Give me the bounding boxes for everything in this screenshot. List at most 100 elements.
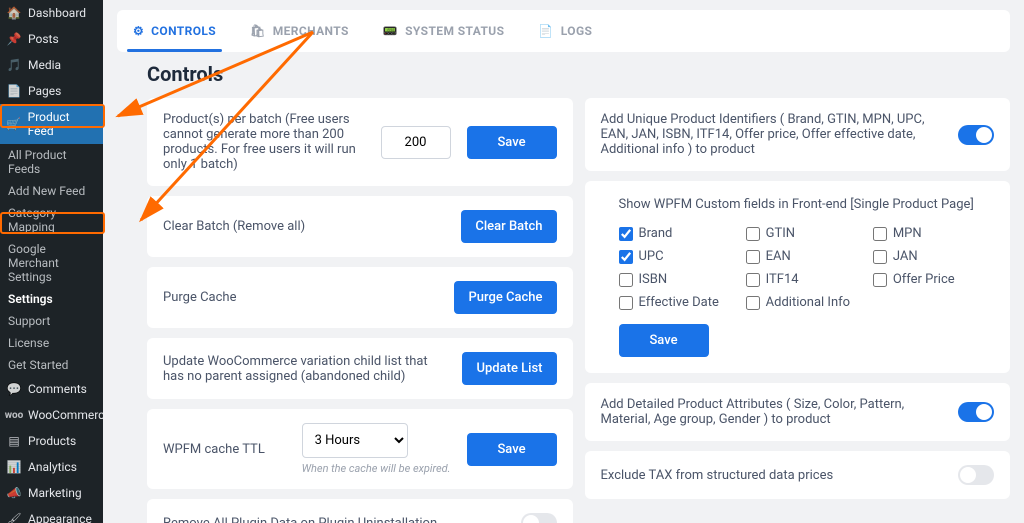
field-ean[interactable]: EAN: [746, 249, 865, 264]
isbn-checkbox[interactable]: [619, 273, 633, 287]
sidebar-label: Analytics: [28, 460, 77, 474]
sidebar-item-product-feed[interactable]: 🛒Product Feed: [0, 104, 103, 144]
ttl-select[interactable]: 3 Hours: [302, 423, 408, 458]
purge-label: Purge Cache: [163, 290, 438, 305]
tab-bar: ⚙CONTROLS 🛍MERCHANTS 📟SYSTEM STATUS 📄LOG…: [117, 10, 1010, 52]
sidebar-label: Media: [28, 58, 61, 72]
chart-icon: 📊: [6, 460, 22, 474]
tab-logs[interactable]: 📄LOGS: [528, 10, 602, 52]
identifiers-label: Add Unique Product Identifiers ( Brand, …: [601, 112, 943, 157]
sidebar-item-woocommerce[interactable]: woo WooCommerce: [0, 402, 103, 428]
identifiers-card: Add Unique Product Identifiers ( Brand, …: [585, 98, 1011, 171]
field-jan[interactable]: JAN: [873, 249, 992, 264]
sidebar-item-posts[interactable]: 📌Posts: [0, 26, 103, 52]
main-content: ⚙CONTROLS 🛍MERCHANTS 📟SYSTEM STATUS 📄LOG…: [103, 0, 1024, 523]
clear-batch-button[interactable]: Clear Batch: [461, 210, 556, 243]
woo-icon: woo: [6, 410, 22, 421]
field-mpn[interactable]: MPN: [873, 226, 992, 241]
sidebar-sub-license[interactable]: License: [0, 332, 103, 354]
sidebar-label: Product Feed: [28, 110, 97, 138]
brand-checkbox[interactable]: [619, 227, 633, 241]
sidebar-sub-gmc-settings[interactable]: Google Merchant Settings: [0, 238, 103, 288]
exclude-tax-card: Exclude TAX from structured data prices: [585, 451, 1011, 499]
field-isbn[interactable]: ISBN: [619, 272, 738, 287]
sidebar-label: Comments: [28, 382, 87, 396]
field-additional-info[interactable]: Additional Info: [746, 295, 865, 310]
sidebar-label: WooCommerce: [28, 408, 103, 422]
effective-date-checkbox[interactable]: [619, 296, 633, 310]
sidebar-label: Pages: [28, 84, 61, 98]
field-gtin[interactable]: GTIN: [746, 226, 865, 241]
sidebar-sub-add-new[interactable]: Add New Feed: [0, 180, 103, 202]
field-offer-price[interactable]: Offer Price: [873, 272, 992, 287]
gtin-checkbox[interactable]: [746, 227, 760, 241]
sidebar-item-comments[interactable]: 💬 Comments: [0, 376, 103, 402]
batch-input[interactable]: [381, 126, 451, 159]
purge-cache-button[interactable]: Purge Cache: [454, 281, 556, 314]
sidebar-label: Posts: [28, 32, 59, 46]
field-upc[interactable]: UPC: [619, 249, 738, 264]
sidebar-label: Products: [28, 434, 76, 448]
offer-price-checkbox[interactable]: [873, 273, 887, 287]
sidebar-item-appearance[interactable]: 🖌Appearance: [0, 506, 103, 523]
sidebar-label: Dashboard: [28, 6, 86, 20]
sidebar-label: Marketing: [28, 486, 82, 500]
sidebar-item-analytics[interactable]: 📊 Analytics: [0, 454, 103, 480]
field-brand[interactable]: Brand: [619, 226, 738, 241]
sidebar-sub-all-feeds[interactable]: All Product Feeds: [0, 144, 103, 180]
sidebar-sub-get-started[interactable]: Get Started: [0, 354, 103, 376]
tab-merchants[interactable]: 🛍MERCHANTS: [240, 10, 359, 52]
itf14-checkbox[interactable]: [746, 273, 760, 287]
update-label: Update WooCommerce variation child list …: [163, 354, 446, 384]
detailed-toggle[interactable]: [958, 402, 994, 422]
remove-toggle[interactable]: [521, 513, 557, 523]
control-remove-data: Remove All Plugin Data on Plugin Uninsta…: [147, 499, 573, 523]
update-list-button[interactable]: Update List: [462, 352, 556, 385]
sidebar-item-media[interactable]: 🎵 Media: [0, 52, 103, 78]
mpn-checkbox[interactable]: [873, 227, 887, 241]
status-icon: 📟: [383, 24, 398, 38]
ean-checkbox[interactable]: [746, 250, 760, 264]
jan-checkbox[interactable]: [873, 250, 887, 264]
wp-admin-sidebar: 🏠 Dashboard 📌Posts 🎵 Media 📄 Pages 🛒Product…: [0, 0, 103, 523]
additional-info-checkbox[interactable]: [746, 296, 760, 310]
sidebar-sub-category-mapping[interactable]: Category Mapping: [0, 202, 103, 238]
ttl-hint: When the cache will be expired.: [302, 462, 451, 475]
sidebar-item-products[interactable]: ▤Products: [0, 428, 103, 454]
tab-controls[interactable]: ⚙CONTROLS: [123, 10, 226, 52]
ttl-save-button[interactable]: Save: [467, 433, 557, 466]
detailed-label: Add Detailed Product Attributes ( Size, …: [601, 397, 943, 427]
remove-label: Remove All Plugin Data on Plugin Uninsta…: [163, 516, 505, 523]
upc-checkbox[interactable]: [619, 250, 633, 264]
tab-system-status[interactable]: 📟SYSTEM STATUS: [373, 10, 515, 52]
clear-label: Clear Batch (Remove all): [163, 219, 445, 234]
detailed-attributes-card: Add Detailed Product Attributes ( Size, …: [585, 383, 1011, 441]
sidebar-label: Appearance: [28, 512, 92, 523]
control-purge-cache: Purge Cache Purge Cache: [147, 267, 573, 328]
media-icon: 🎵: [6, 58, 22, 72]
page-title: Controls: [147, 62, 1010, 86]
tab-label: CONTROLS: [151, 24, 216, 38]
control-batch: Product(s) per batch (Free users cannot …: [147, 98, 573, 186]
fields-save-button[interactable]: Save: [619, 324, 709, 357]
page-icon: 📄: [6, 84, 22, 98]
tab-label: MERCHANTS: [273, 24, 349, 38]
horn-icon: 📣: [6, 486, 22, 500]
control-cache-ttl: WPFM cache TTL 3 Hours When the cache wi…: [147, 409, 573, 489]
field-itf14[interactable]: ITF14: [746, 272, 865, 287]
fields-title: Show WPFM Custom fields in Front-end [Si…: [603, 197, 993, 212]
custom-fields-card: Show WPFM Custom fields in Front-end [Si…: [585, 181, 1011, 373]
sidebar-item-marketing[interactable]: 📣 Marketing: [0, 480, 103, 506]
identifiers-toggle[interactable]: [958, 125, 994, 145]
sidebar-sub-support[interactable]: Support: [0, 310, 103, 332]
sidebar-sub-settings[interactable]: Settings: [0, 288, 103, 310]
dashboard-icon: 🏠: [6, 6, 22, 20]
fields-grid: Brand GTIN MPN UPC EAN JAN ISBN ITF14 Of…: [603, 226, 993, 310]
tax-toggle[interactable]: [958, 465, 994, 485]
field-effective-date[interactable]: Effective Date: [619, 295, 738, 310]
batch-save-button[interactable]: Save: [467, 126, 557, 159]
ttl-label: WPFM cache TTL: [163, 442, 286, 457]
sidebar-item-dashboard[interactable]: 🏠 Dashboard: [0, 0, 103, 26]
sidebar-item-pages[interactable]: 📄 Pages: [0, 78, 103, 104]
comment-icon: 💬: [6, 382, 22, 396]
